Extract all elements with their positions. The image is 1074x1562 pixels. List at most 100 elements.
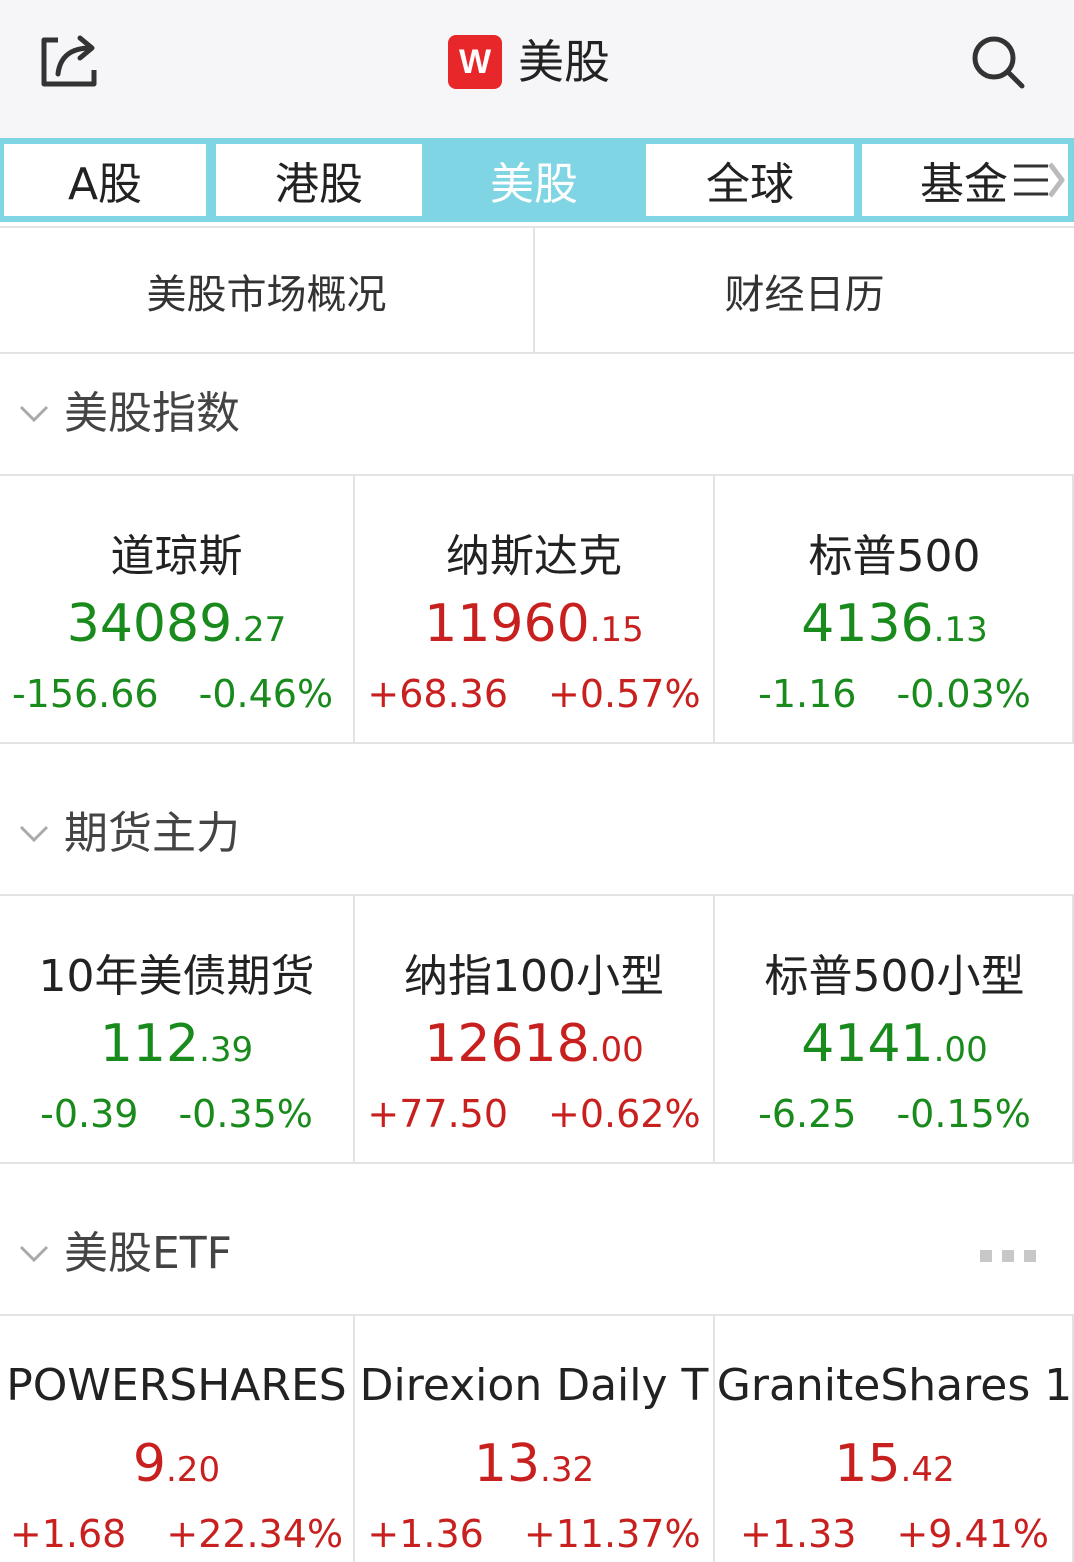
quote-name: GraniteShares 1 [716, 1360, 1073, 1411]
quote-change: +77.50 +0.62% [355, 1092, 713, 1136]
search-icon[interactable] [968, 32, 1030, 92]
section-title: 美股指数 [64, 388, 240, 439]
chevron-down-icon [19, 825, 49, 843]
search-icon-graphic [972, 36, 1025, 89]
quote-change: -0.39 -0.35% [0, 1092, 353, 1136]
price-decimal: .42 [900, 1450, 955, 1490]
quote-card-nasdaq[interactable]: 纳斯达克 11960.15 +68.36 +0.57% [355, 476, 713, 742]
price-integer: 4141 [801, 1014, 934, 1074]
quote-price: 4136.13 [715, 594, 1074, 654]
price-decimal: .13 [933, 610, 988, 650]
futures-grid: 10年美债期货 112.39 -0.39 -0.35% 纳指100小型 12618… [0, 894, 1074, 1164]
tab-us-shares[interactable]: 美股 [428, 142, 640, 218]
change-percent: -0.15% [896, 1092, 1031, 1136]
price-integer: 112 [99, 1014, 200, 1074]
quote-change: -1.16 -0.03% [715, 672, 1074, 716]
logo-letter: W [458, 43, 492, 81]
quote-name: 10年美债期货 [38, 951, 315, 1002]
top-bar: W 美股 [0, 0, 1074, 138]
tab-hk-shares[interactable]: 港股 [214, 142, 424, 218]
change-value: +1.36 [367, 1512, 484, 1556]
tab-global[interactable]: 全球 [644, 142, 856, 218]
quote-name: 纳斯达克 [446, 531, 622, 582]
quote-card-etf-2[interactable]: Direxion Daily T 13.32 +1.36 +11.37% [355, 1316, 713, 1562]
change-percent: +22.34% [166, 1512, 344, 1556]
change-percent: +9.41% [896, 1512, 1049, 1556]
share-icon[interactable] [36, 30, 102, 92]
section-title: 美股ETF [64, 1228, 232, 1279]
change-value: -1.16 [758, 672, 857, 716]
quote-name: 标普500小型 [764, 951, 1025, 1002]
price-decimal: .32 [540, 1450, 595, 1490]
price-integer: 13 [473, 1434, 541, 1494]
section-header-futures[interactable]: 期货主力 [0, 774, 1074, 894]
price-integer: 12618 [424, 1014, 590, 1074]
price-integer: 4136 [801, 594, 934, 654]
quote-card-sp500[interactable]: 标普500 4136.13 -1.16 -0.03% [715, 476, 1074, 742]
quote-name: Direxion Daily T [359, 1360, 709, 1411]
share-icon-graphic [41, 35, 97, 87]
tabs-menu-icon[interactable] [1006, 142, 1070, 218]
quote-price: 15.42 [715, 1434, 1074, 1494]
section-title: 期货主力 [64, 808, 240, 859]
quote-change: +1.68 +22.34% [0, 1512, 353, 1556]
price-decimal: .00 [589, 1030, 644, 1070]
quote-price: 9.20 [0, 1434, 353, 1494]
price-integer: 34089 [66, 594, 233, 654]
market-overview-button[interactable]: 美股市场概况 [0, 228, 533, 354]
chevron-down-icon [19, 1245, 49, 1263]
change-value: +77.50 [367, 1092, 509, 1136]
quote-name: 纳指100小型 [404, 951, 664, 1002]
header-title-group: W 美股 [448, 34, 610, 90]
quote-card-sp500-mini[interactable]: 标普500小型 4141.00 -6.25 -0.15% [715, 896, 1074, 1162]
price-decimal: .15 [589, 610, 644, 650]
quote-card-dow[interactable]: 道琼斯 34089.27 -156.66 -0.46% [0, 476, 353, 742]
tab-a-shares[interactable]: A股 [2, 142, 208, 218]
change-value: -6.25 [758, 1092, 857, 1136]
change-value: +1.33 [739, 1512, 857, 1556]
quote-price: 12618.00 [355, 1014, 713, 1074]
price-decimal: .39 [199, 1030, 254, 1070]
quote-card-etf-1[interactable]: POWERSHARES 9.20 +1.68 +22.34% [0, 1316, 353, 1562]
quote-change: +68.36 +0.57% [355, 672, 713, 716]
change-value: +68.36 [367, 672, 509, 716]
quote-change: +1.36 +11.37% [355, 1512, 713, 1556]
quote-name: 标普500 [808, 531, 981, 582]
finance-calendar-button[interactable]: 财经日历 [535, 228, 1074, 354]
quote-card-10y-treasury[interactable]: 10年美债期货 112.39 -0.39 -0.35% [0, 896, 353, 1162]
section-header-etf[interactable]: 美股ETF [0, 1194, 1074, 1314]
price-integer: 15 [834, 1434, 901, 1494]
etf-grid: POWERSHARES 9.20 +1.68 +22.34% Direxion D… [0, 1314, 1074, 1562]
quote-name: 道琼斯 [110, 531, 243, 582]
indices-grid: 道琼斯 34089.27 -156.66 -0.46% 纳斯达克 11960.15… [0, 474, 1074, 744]
change-percent: +0.57% [548, 672, 701, 716]
price-decimal: .20 [166, 1450, 221, 1490]
change-percent: -0.35% [178, 1092, 313, 1136]
price-integer: 11960 [424, 594, 590, 654]
menu-chevron-icon [1014, 162, 1065, 198]
change-value: -0.39 [40, 1092, 139, 1136]
price-decimal: .27 [232, 610, 287, 650]
more-icon[interactable] [980, 1250, 1036, 1262]
change-value: +1.68 [9, 1512, 127, 1556]
page-title: 美股 [518, 35, 610, 89]
change-percent: -0.46% [198, 672, 334, 716]
section-header-indices[interactable]: 美股指数 [0, 354, 1074, 474]
change-value: -156.66 [11, 672, 159, 716]
quote-change: +1.33 +9.41% [715, 1512, 1074, 1556]
change-percent: -0.03% [896, 672, 1031, 716]
quote-price: 13.32 [355, 1434, 713, 1494]
quote-card-etf-3[interactable]: GraniteShares 1 15.42 +1.33 +9.41% [715, 1316, 1074, 1562]
quote-card-nasdaq100-mini[interactable]: 纳指100小型 12618.00 +77.50 +0.62% [355, 896, 713, 1162]
change-percent: +0.62% [548, 1092, 701, 1136]
quote-price: 4141.00 [715, 1014, 1074, 1074]
change-percent: +11.37% [523, 1512, 701, 1556]
app-logo: W [448, 35, 502, 89]
quote-change: -156.66 -0.46% [0, 672, 353, 716]
chevron-down-icon [19, 405, 49, 423]
quote-price: 11960.15 [355, 594, 713, 654]
quote-price: 34089.27 [0, 594, 353, 654]
market-tabs: A股 港股 美股 全球 基金 [0, 138, 1074, 222]
quote-name: POWERSHARES [6, 1360, 347, 1411]
quote-price: 112.39 [0, 1014, 353, 1074]
